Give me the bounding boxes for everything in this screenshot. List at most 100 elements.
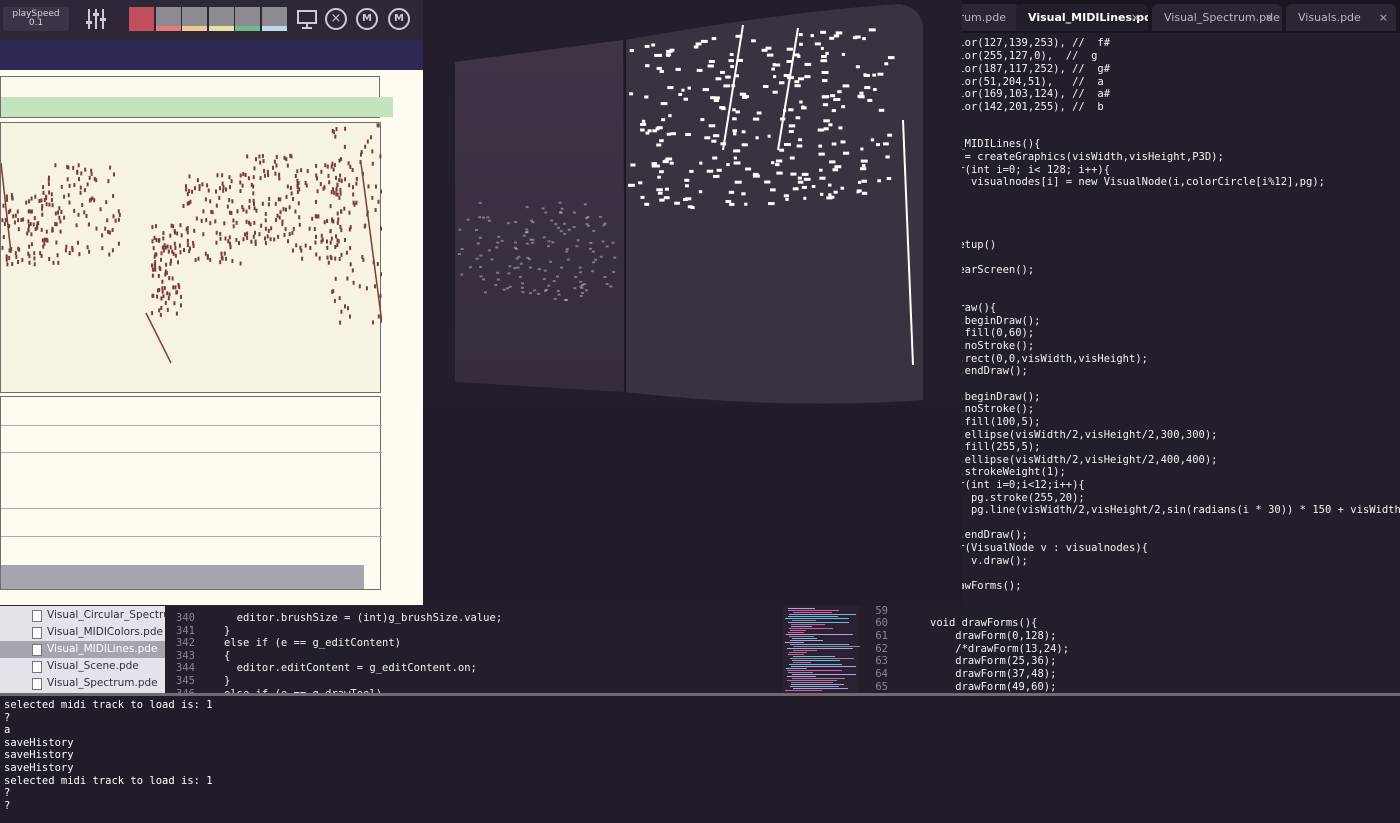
visualizer-note (771, 161, 775, 165)
close-circle-icon[interactable]: × (325, 8, 347, 30)
minimap-line (787, 648, 853, 649)
piano-roll-grid[interactable] (0, 122, 383, 393)
track-list[interactable] (0, 396, 382, 590)
piano-roll-note (333, 163, 336, 168)
piano-roll-note (29, 222, 32, 226)
piano-roll-note (344, 177, 347, 182)
code-minimap[interactable] (783, 606, 860, 693)
color-swatch[interactable] (261, 7, 287, 31)
piano-roll-note (275, 154, 278, 159)
piano-roll-note (258, 154, 261, 159)
piano-roll-note (95, 226, 98, 231)
piano-roll-note (177, 282, 180, 287)
visualizer-note (605, 245, 609, 248)
piano-roll-note (229, 185, 231, 190)
visualizer-note (599, 215, 602, 218)
piano-roll-note (160, 251, 163, 256)
close-icon[interactable]: × (1265, 4, 1274, 31)
track-selection-bar[interactable] (1, 97, 393, 117)
visualizer-note (796, 144, 803, 148)
visualizer-note (860, 147, 864, 151)
piano-roll-note (335, 175, 337, 180)
line-number: 63 (875, 655, 888, 667)
visualizer-note (486, 216, 490, 219)
piano-roll-note (180, 303, 182, 308)
piano-roll-note (246, 154, 249, 159)
visualizer-note (460, 248, 464, 250)
midi-play-icon[interactable]: M (356, 8, 378, 30)
color-swatch[interactable] (129, 7, 154, 31)
tab-label: Visual_Spectrum.pde (1164, 11, 1280, 24)
color-swatch[interactable] (155, 7, 181, 31)
visualizer-note (641, 119, 646, 123)
file-item[interactable]: Visual_Circular_Spectrum. (0, 607, 165, 624)
mixer-icon[interactable] (84, 7, 108, 31)
file-item[interactable]: Visual_Spectrum.pde (0, 675, 165, 692)
color-swatch[interactable] (208, 7, 234, 31)
file-label: Visual_Spectrum.pde (47, 677, 158, 689)
piano-roll-note (32, 222, 35, 227)
midi-record-icon[interactable]: M (388, 8, 410, 30)
visualizer-note (651, 162, 657, 166)
piano-roll-note (320, 169, 323, 174)
track-header[interactable] (0, 76, 393, 118)
color-swatch[interactable] (182, 7, 207, 31)
piano-roll-note (309, 246, 312, 250)
piano-roll-note (182, 204, 185, 208)
file-item[interactable]: Visual_Scene.pde (0, 658, 165, 675)
piano-roll-note (2, 203, 5, 208)
piano-roll-note (167, 249, 170, 254)
visualizer-note (799, 42, 803, 46)
piano-roll-note (64, 248, 67, 253)
visualizer-note (656, 126, 663, 130)
close-icon[interactable]: × (1379, 4, 1388, 31)
close-icon[interactable]: × (1131, 4, 1140, 31)
file-item[interactable]: Visual_MIDILines.pde (0, 641, 165, 658)
piano-roll-note (261, 201, 264, 206)
visualizer-note (508, 265, 512, 268)
visualizer-note (559, 230, 563, 233)
visualizer-note (526, 256, 530, 259)
piano-roll-note (50, 192, 53, 197)
piano-roll-note (209, 199, 212, 204)
code-line: olor(255,127,0), // g (952, 50, 1098, 62)
visualizer-note (843, 151, 850, 155)
code-line: void drawForms(){ (930, 617, 1038, 629)
playspeed-slider[interactable]: playSpeed 0.1 (3, 7, 69, 31)
piano-roll-note (323, 220, 326, 225)
horizontal-scrollbar[interactable] (1, 565, 364, 589)
color-swatch[interactable] (235, 7, 260, 31)
piano-roll-note (156, 294, 159, 299)
visualizer-note (711, 139, 717, 143)
tab-visual-spectrum[interactable]: Visual_Spectrum.pde × (1152, 4, 1282, 31)
visualizer-note (734, 180, 742, 184)
code-line: olor(187,117,252), // g# (952, 63, 1111, 75)
visualizer-note (720, 70, 725, 74)
visualizer-note (565, 299, 569, 301)
visualizer-note (833, 34, 840, 38)
piano-roll-note (338, 296, 341, 301)
piano-roll-note (273, 159, 276, 164)
tab-visuals[interactable]: Visuals.pde × (1286, 4, 1396, 31)
piano-roll-note (348, 183, 351, 188)
tab-visual-midilines[interactable]: Visual_MIDILines.pde × (1016, 4, 1148, 31)
visualizer-note (494, 284, 498, 287)
piano-roll-note (281, 219, 284, 224)
visualizer-note (792, 187, 799, 191)
piano-roll-note (12, 214, 15, 219)
piano-roll-note (204, 251, 207, 256)
visualizer-note (877, 72, 884, 76)
piano-roll-note (335, 234, 337, 239)
visualizer-note (708, 124, 716, 128)
piano-roll-note (52, 260, 55, 265)
file-item[interactable]: Visual_MIDIColors.pde (0, 624, 165, 641)
piano-roll-note (171, 249, 174, 254)
visualizer-note (583, 283, 587, 286)
piano-roll-note (176, 290, 179, 295)
visualizer-note (579, 280, 583, 283)
visualizer-note (858, 180, 862, 184)
code-line: } (224, 675, 231, 687)
monitor-icon[interactable] (296, 8, 318, 30)
piano-roll-note (202, 209, 205, 214)
visualizer-note (732, 129, 737, 133)
